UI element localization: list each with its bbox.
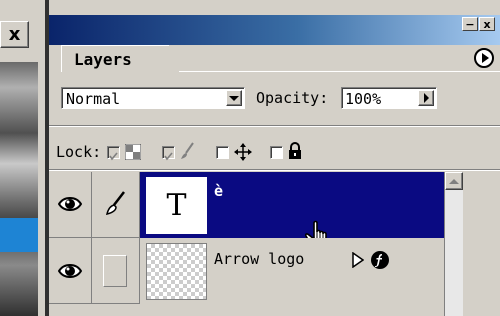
background-gradient: [0, 62, 38, 316]
minimize-button[interactable]: −: [462, 17, 478, 31]
chevron-right-icon: [423, 93, 429, 103]
minimize-icon: −: [465, 17, 475, 31]
opacity-slider-button[interactable]: [418, 90, 434, 106]
layer-name: Arrow logo: [214, 250, 305, 268]
lock-position-checkbox[interactable]: [216, 146, 229, 159]
separator: [49, 169, 500, 171]
play-arrow-icon: [481, 53, 489, 63]
chevron-down-icon: [229, 95, 239, 101]
layers-palette: − x Layers Normal Opacity: 100% Lock: T …: [49, 0, 500, 316]
link-brush-toggle[interactable]: [92, 172, 140, 238]
background-window: x: [0, 0, 38, 316]
layer-name: è: [214, 182, 224, 200]
eye-icon: [58, 264, 82, 278]
chevron-up-icon: [449, 178, 459, 184]
tab-baseline: [179, 71, 500, 72]
lock-all-checkbox[interactable]: [270, 146, 283, 159]
opacity-value: 100%: [345, 90, 382, 108]
layer-row-arrow-logo[interactable]: Arrow logo: [49, 238, 444, 304]
layers-scrollbar[interactable]: [444, 172, 463, 316]
palette-menu-button[interactable]: [474, 48, 494, 68]
close-button[interactable]: x: [0, 21, 29, 48]
scroll-up-button[interactable]: [445, 172, 463, 190]
palette-titlebar[interactable]: − x: [49, 15, 500, 45]
background-blue-band: [0, 218, 38, 252]
blend-mode-select[interactable]: Normal: [61, 87, 245, 109]
blend-mode-value: Normal: [66, 90, 121, 108]
tab-row: Layers: [49, 45, 500, 73]
lock-image-checkbox[interactable]: [162, 146, 175, 161]
dropdown-button[interactable]: [226, 90, 242, 106]
brush-icon: [181, 142, 194, 159]
brush-icon: [106, 191, 125, 215]
text-layer-thumbnail: T: [145, 176, 208, 235]
expand-triangle-icon[interactable]: [352, 252, 364, 268]
lock-icon: [289, 142, 301, 159]
layer-body[interactable]: Arrow logo: [140, 238, 444, 304]
palette-right-margin: [463, 172, 500, 316]
link-slot: [103, 255, 127, 287]
link-toggle[interactable]: [92, 238, 140, 304]
transparent-layer-thumbnail: [146, 243, 207, 300]
layer-body[interactable]: T è: [140, 172, 444, 249]
separator: [49, 125, 500, 127]
checkerboard-icon: [125, 144, 141, 160]
layer-row-text[interactable]: T è: [49, 172, 444, 249]
effects-icon[interactable]: [370, 250, 390, 270]
tab-slant: [169, 46, 191, 73]
tab-layers[interactable]: Layers: [61, 45, 191, 73]
lock-transparency-checkbox[interactable]: [107, 146, 120, 161]
lock-label: Lock:: [56, 143, 102, 161]
layers-list: T è Arrow logo: [49, 172, 500, 316]
visibility-toggle[interactable]: [49, 238, 92, 304]
opacity-field[interactable]: 100%: [341, 87, 437, 109]
close-icon: x: [483, 17, 491, 31]
close-label: x: [8, 24, 21, 45]
opacity-label: Opacity:: [256, 89, 329, 107]
move-icon: [234, 143, 252, 161]
eye-icon: [58, 197, 82, 211]
visibility-toggle[interactable]: [49, 172, 92, 238]
palette-close-button[interactable]: x: [479, 17, 495, 31]
tab-layers-label: Layers: [74, 50, 132, 69]
